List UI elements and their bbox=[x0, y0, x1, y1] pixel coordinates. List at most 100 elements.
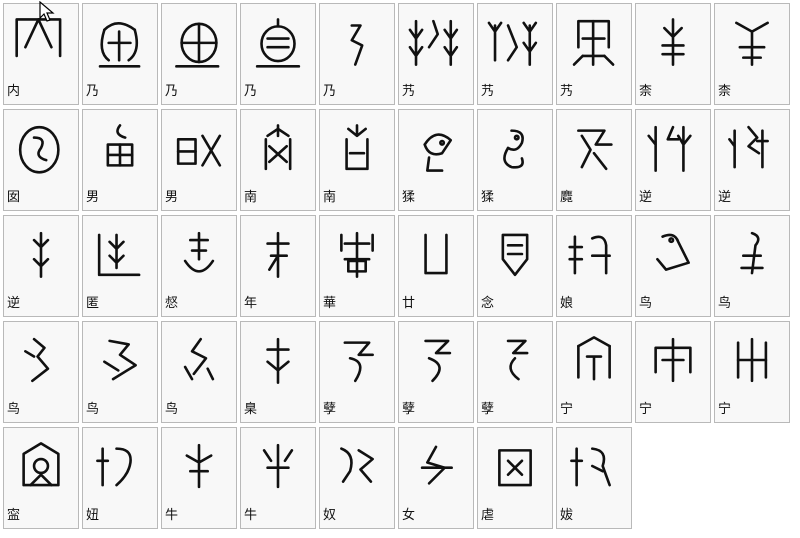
oracle-bone-glyph-ni-heart-icon bbox=[166, 220, 232, 288]
glyph-cell: 鸟 bbox=[82, 321, 158, 423]
glyph-cell: 逆 bbox=[635, 109, 711, 211]
glyph-label: 乃 bbox=[323, 84, 337, 99]
glyph-cell: 孽 bbox=[319, 321, 395, 423]
oracle-bone-glyph-nao-2-icon bbox=[482, 114, 548, 182]
oracle-bone-glyph-nie-icon bbox=[245, 326, 311, 394]
oracle-bone-glyph-niu-girl-icon bbox=[87, 432, 153, 500]
glyph-label: 鸟 bbox=[165, 402, 179, 417]
glyph-label: 囡 bbox=[7, 190, 21, 205]
glyph-label: 虐 bbox=[481, 508, 495, 523]
glyph-cell: 逆 bbox=[714, 109, 790, 211]
glyph-label: 宁 bbox=[560, 402, 574, 417]
glyph-label: 猱 bbox=[481, 190, 495, 205]
glyph-cell: 鸟 bbox=[714, 215, 790, 317]
glyph-label: 男 bbox=[86, 190, 100, 205]
glyph-label: 華 bbox=[323, 296, 337, 311]
glyph-label: 乃 bbox=[244, 84, 258, 99]
glyph-cell: 乃 bbox=[161, 3, 237, 105]
glyph-label: 鸟 bbox=[86, 402, 100, 417]
oracle-bone-glyph-nai-3-icon bbox=[245, 8, 311, 76]
glyph-cell: 女 bbox=[398, 427, 474, 529]
glyph-label: 宁 bbox=[639, 402, 653, 417]
oracle-bone-glyph-ni-3-icon bbox=[8, 220, 74, 288]
empty-cell bbox=[714, 427, 790, 529]
oracle-bone-glyph-nan-south-2-icon bbox=[324, 114, 390, 182]
glyph-cell: 男 bbox=[82, 109, 158, 211]
glyph-label: 艿 bbox=[481, 84, 495, 99]
oracle-bone-glyph-ning-4-icon bbox=[8, 432, 74, 500]
glyph-cell: 虐 bbox=[477, 427, 553, 529]
glyph-label: 臬 bbox=[244, 402, 258, 417]
glyph-cell: 妭 bbox=[556, 427, 632, 529]
oracle-bone-glyph-nan-south-1-icon bbox=[245, 114, 311, 182]
oracle-bone-glyph-reng-2-icon bbox=[482, 8, 548, 76]
glyph-cell: 鸟 bbox=[161, 321, 237, 423]
glyph-cell: 南 bbox=[240, 109, 316, 211]
glyph-cell: 柰 bbox=[714, 3, 790, 105]
glyph-cell: 宁 bbox=[714, 321, 790, 423]
glyph-cell: 匿 bbox=[82, 215, 158, 317]
oracle-bone-glyph-nu-slave-icon bbox=[324, 432, 390, 500]
glyph-label: 内 bbox=[7, 84, 21, 99]
oracle-bone-glyph-nan-girl-icon bbox=[8, 114, 74, 182]
glyph-cell: 牛 bbox=[240, 427, 316, 529]
oracle-bone-glyph-nian-think-icon bbox=[482, 220, 548, 288]
glyph-cell: 宁 bbox=[556, 321, 632, 423]
glyph-label: 猱 bbox=[402, 190, 416, 205]
glyph-label: 乃 bbox=[165, 84, 179, 99]
oracle-bone-glyph-nian-twenty-icon bbox=[403, 220, 469, 288]
glyph-cell: 臬 bbox=[240, 321, 316, 423]
glyph-label: 鸟 bbox=[639, 296, 653, 311]
oracle-bone-glyph-niao-5-icon bbox=[166, 326, 232, 394]
glyph-cell: 艿 bbox=[556, 3, 632, 105]
glyph-cell: 囡 bbox=[3, 109, 79, 211]
oracle-bone-glyph-niu-ox-1-icon bbox=[166, 432, 232, 500]
oracle-bone-glyph-niao-3-icon bbox=[8, 326, 74, 394]
oracle-bone-glyph-nian-year-icon bbox=[245, 220, 311, 288]
glyph-label: 南 bbox=[323, 190, 337, 205]
glyph-cell: 孽 bbox=[398, 321, 474, 423]
glyph-cell: 男 bbox=[161, 109, 237, 211]
glyph-label: 柰 bbox=[639, 84, 653, 99]
glyph-cell: 逆 bbox=[3, 215, 79, 317]
glyph-label: 艿 bbox=[402, 84, 416, 99]
glyph-label: 逆 bbox=[639, 190, 653, 205]
glyph-cell: 華 bbox=[319, 215, 395, 317]
mouse-cursor-icon bbox=[38, 1, 58, 23]
glyph-label: 鸟 bbox=[7, 402, 21, 417]
oracle-bone-glyph-nie-sin-3-icon bbox=[482, 326, 548, 394]
glyph-label: 孽 bbox=[481, 402, 495, 417]
oracle-bone-glyph-nai-1-icon bbox=[87, 8, 153, 76]
oracle-bone-glyph-reng-1-icon bbox=[403, 8, 469, 76]
oracle-bone-glyph-nie-sin-1-icon bbox=[324, 326, 390, 394]
glyph-cell: 惄 bbox=[161, 215, 237, 317]
oracle-bone-glyph-nie-sin-2-icon bbox=[403, 326, 469, 394]
glyph-cell: 娘 bbox=[556, 215, 632, 317]
glyph-label: 妭 bbox=[560, 508, 574, 523]
glyph-label: 惄 bbox=[165, 296, 179, 311]
glyph-label: 乃 bbox=[86, 84, 100, 99]
glyph-cell: 寍 bbox=[3, 427, 79, 529]
oracle-bone-glyph-ni-hide-icon bbox=[87, 220, 153, 288]
oracle-bone-glyph-nan-man-1-icon bbox=[87, 114, 153, 182]
glyph-cell: 柰 bbox=[635, 3, 711, 105]
oracle-bone-glyph-nai-2-icon bbox=[166, 8, 232, 76]
glyph-cell: 乃 bbox=[82, 3, 158, 105]
glyph-label: 麑 bbox=[560, 190, 574, 205]
empty-cell bbox=[635, 427, 711, 529]
glyph-cell: 牛 bbox=[161, 427, 237, 529]
glyph-cell: 孽 bbox=[477, 321, 553, 423]
glyph-label: 艿 bbox=[560, 84, 574, 99]
glyph-cell: 乃 bbox=[240, 3, 316, 105]
glyph-cell: 年 bbox=[240, 215, 316, 317]
oracle-bone-glyph-niao-1-icon bbox=[640, 220, 706, 288]
oracle-bone-glyph-ni-1-icon bbox=[640, 114, 706, 182]
oracle-bone-glyph-nai-tree-1-icon bbox=[640, 8, 706, 76]
oracle-bone-glyph-niao-2-icon bbox=[719, 220, 785, 288]
oracle-bone-glyph-ning-2-icon bbox=[640, 326, 706, 394]
glyph-cell: 妞 bbox=[82, 427, 158, 529]
oracle-bone-glyph-nao-1-icon bbox=[403, 114, 469, 182]
glyph-cell: 猱 bbox=[398, 109, 474, 211]
glyph-label: 鸟 bbox=[718, 296, 732, 311]
glyph-cell: 奴 bbox=[319, 427, 395, 529]
